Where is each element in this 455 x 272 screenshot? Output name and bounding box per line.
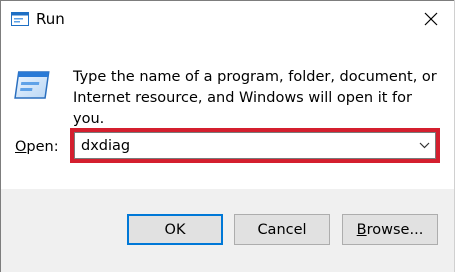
window-title: Run [36, 10, 65, 28]
close-button[interactable] [408, 1, 454, 37]
run-icon [14, 71, 50, 99]
open-dropdown-button[interactable] [413, 133, 435, 158]
open-label-accelerator: O [15, 139, 27, 155]
browse-accelerator: B [356, 221, 367, 238]
open-label: Open: [15, 137, 59, 157]
dialog-description: Type the name of a program, folder, docu… [73, 69, 437, 127]
run-dialog: Run Type the name of a program, folder, … [0, 0, 455, 272]
open-combobox-highlight [70, 128, 440, 163]
title-bar[interactable]: Run [1, 1, 454, 37]
ok-button[interactable]: OK [127, 214, 223, 245]
chevron-down-icon [419, 142, 429, 149]
open-label-text: pen: [26, 139, 59, 155]
run-icon [11, 12, 29, 26]
browse-label: rowse... [366, 221, 424, 238]
open-combobox[interactable] [74, 132, 436, 159]
cancel-button[interactable]: Cancel [234, 214, 330, 245]
open-input[interactable] [75, 133, 413, 158]
browse-button[interactable]: Browse... [342, 214, 438, 245]
close-icon [424, 12, 438, 26]
